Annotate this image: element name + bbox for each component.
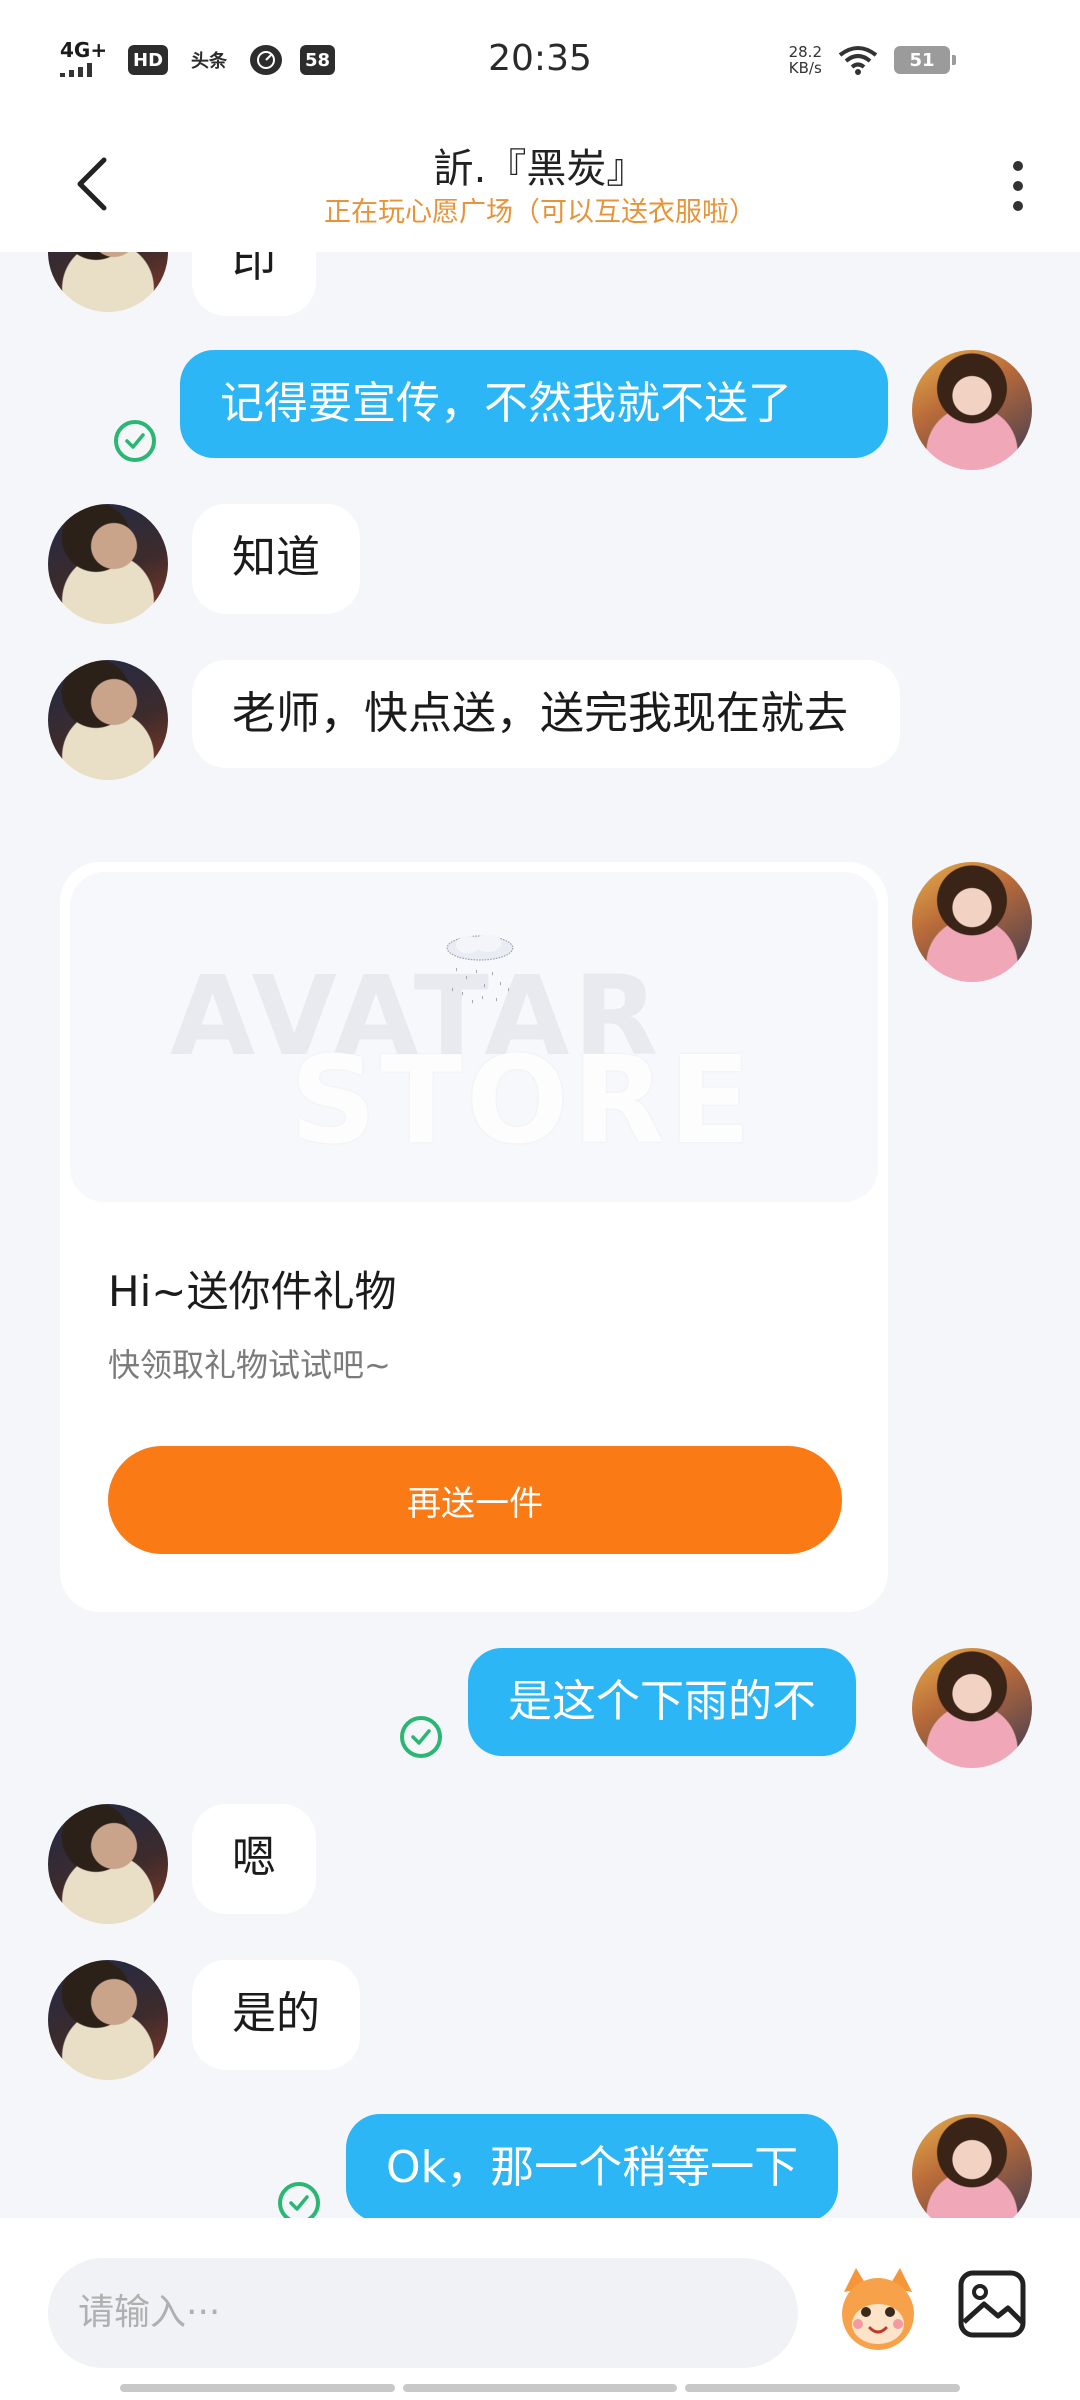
image-picker-button[interactable] bbox=[956, 2268, 1028, 2340]
incoming-message[interactable]: 嗯 bbox=[192, 1804, 316, 1914]
chat-message-list[interactable]: 印 记得要宣传，不然我就不送了 知道 老师，快点送，送完我现在就去 AVATAR… bbox=[0, 252, 1080, 2218]
contact-name: 訢.『黑炭』 bbox=[433, 146, 647, 192]
mascot-sticker-icon bbox=[842, 2268, 914, 2350]
outgoing-message[interactable]: 记得要宣传，不然我就不送了 bbox=[180, 350, 888, 458]
sticker-button[interactable] bbox=[830, 2262, 926, 2358]
incoming-message[interactable]: 印 bbox=[192, 252, 316, 316]
speed-value: 28.2 bbox=[788, 43, 822, 61]
system-gesture-bar bbox=[120, 2384, 961, 2392]
incoming-message[interactable]: 老师，快点送，送完我现在就去 bbox=[192, 660, 900, 768]
image-icon bbox=[958, 2270, 1026, 2338]
my-avatar[interactable] bbox=[912, 350, 1032, 470]
watermark-text: STORE bbox=[290, 1032, 755, 1171]
more-dot-icon bbox=[1013, 181, 1023, 191]
incoming-message[interactable]: 是的 bbox=[192, 1960, 360, 2070]
wifi-icon bbox=[838, 46, 878, 75]
my-avatar[interactable] bbox=[912, 1648, 1032, 1768]
gift-subtitle: 快领取礼物试试吧~ bbox=[108, 1346, 391, 1384]
contact-avatar[interactable] bbox=[48, 1804, 168, 1924]
gesture-segment bbox=[402, 2384, 678, 2392]
contact-avatar[interactable] bbox=[48, 660, 168, 780]
read-check-icon bbox=[114, 420, 156, 462]
speed-unit: KB/s bbox=[788, 59, 822, 77]
battery-icon: 51 bbox=[894, 46, 956, 74]
read-check-icon bbox=[278, 2182, 320, 2218]
network-speed: 28.2 KB/s bbox=[789, 44, 822, 76]
rain-cloud-icon bbox=[446, 934, 514, 1004]
more-dot-icon bbox=[1013, 201, 1023, 211]
gift-title: Hi~送你件礼物 bbox=[108, 1267, 397, 1316]
gift-item-image[interactable]: AVATAR STORE bbox=[70, 872, 878, 1202]
message-input[interactable]: 请输入··· bbox=[48, 2258, 798, 2368]
my-avatar[interactable] bbox=[912, 862, 1032, 982]
my-avatar[interactable] bbox=[912, 2114, 1032, 2218]
contact-status: 正在玩心愿广场（可以互送衣服啦） bbox=[324, 197, 756, 228]
contact-avatar[interactable] bbox=[48, 252, 168, 312]
outgoing-message[interactable]: Ok，那一个稍等一下 bbox=[346, 2114, 839, 2218]
chat-header: 訢.『黑炭』 正在玩心愿广场（可以互送衣服啦） bbox=[0, 120, 1080, 252]
outgoing-message[interactable]: 是这个下雨的不 bbox=[468, 1648, 856, 1756]
incoming-message[interactable]: 知道 bbox=[192, 504, 360, 614]
more-dot-icon bbox=[1013, 161, 1023, 171]
status-bar: 4G+ HD 头条 58 20:35 28.2 KB/s 51 bbox=[0, 0, 1080, 120]
status-right-icons: 28.2 KB/s 51 bbox=[789, 44, 956, 76]
contact-avatar[interactable] bbox=[48, 504, 168, 624]
send-another-button[interactable]: 再送一件 bbox=[108, 1446, 842, 1554]
input-bar: 请输入··· bbox=[0, 2218, 1080, 2400]
more-options-button[interactable] bbox=[996, 150, 1040, 222]
read-check-icon bbox=[400, 1716, 442, 1758]
gift-card[interactable]: AVATAR STORE Hi~送你件礼物 快领取礼物试试吧~ 再送一件 bbox=[60, 862, 888, 1612]
gesture-segment bbox=[685, 2384, 961, 2392]
gesture-segment bbox=[120, 2384, 395, 2392]
contact-avatar[interactable] bbox=[48, 1960, 168, 2080]
